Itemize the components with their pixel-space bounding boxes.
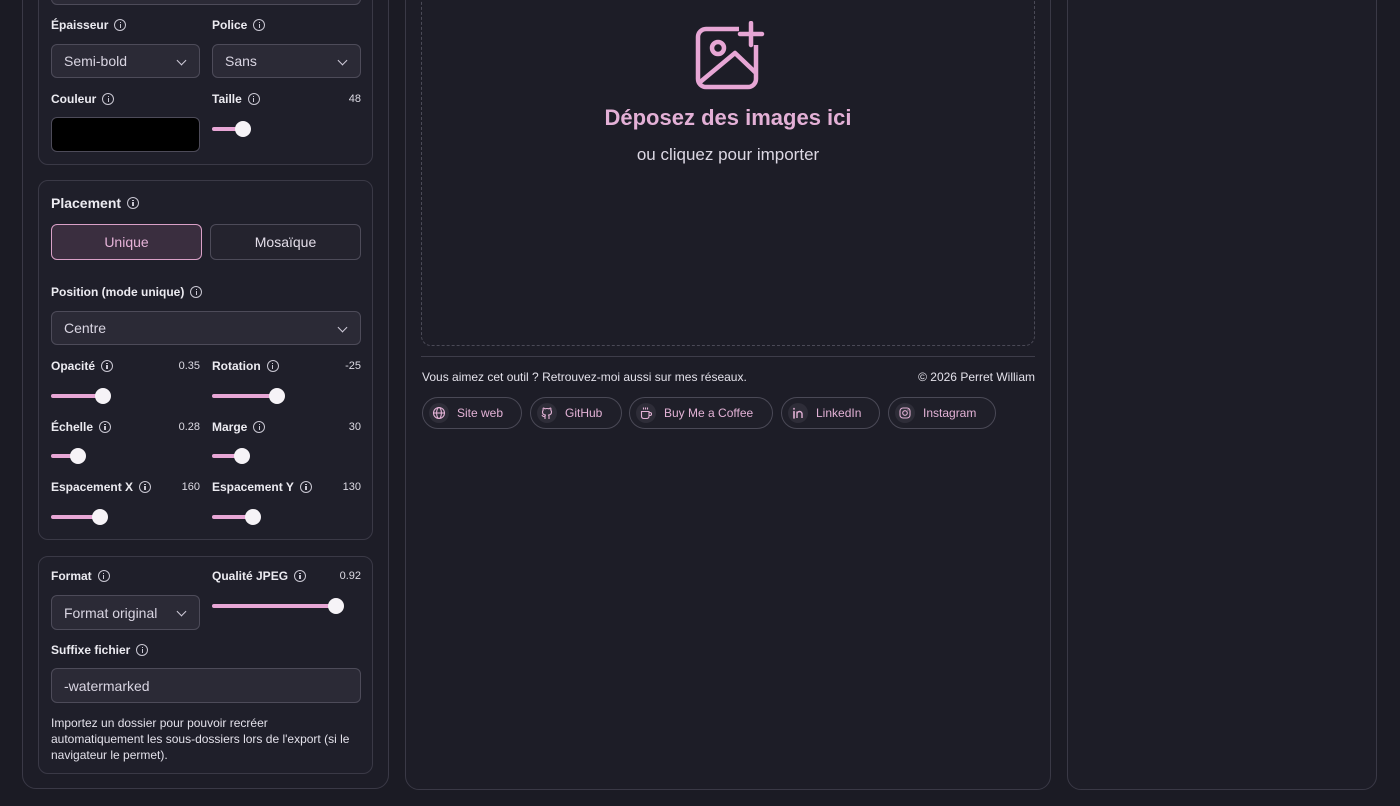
info-icon[interactable] (99, 421, 112, 433)
footer-copyright: © 2026 Perret William (918, 370, 1035, 384)
image-plus-icon (695, 21, 765, 90)
link-linkedin[interactable]: LinkedIn (781, 397, 880, 429)
quality-slider[interactable] (212, 598, 354, 614)
margin-label: Marge (212, 420, 266, 434)
margin-value: 30 (348, 421, 361, 433)
link-instagram[interactable]: Instagram (888, 397, 996, 429)
mode-mosaic-button[interactable]: Mosaïque (210, 224, 361, 260)
position-label: Position (mode unique) (51, 285, 203, 299)
position-select[interactable]: Centre (51, 311, 361, 345)
info-icon[interactable] (127, 197, 140, 209)
color-label: Couleur (51, 92, 115, 106)
text-input-top[interactable] (51, 0, 361, 5)
info-icon[interactable] (253, 421, 266, 433)
margin-slider[interactable] (212, 448, 355, 464)
opacity-value: 0.35 (178, 360, 200, 372)
font-select[interactable]: Sans (212, 44, 361, 78)
info-icon[interactable] (136, 644, 149, 656)
size-slider[interactable] (212, 121, 300, 137)
info-icon[interactable] (102, 93, 115, 105)
linkedin-icon (788, 403, 808, 423)
coffee-icon (636, 403, 656, 423)
instagram-icon (895, 403, 915, 423)
weight-label: Épaisseur (51, 18, 127, 32)
spacing-x-value: 160 (181, 481, 200, 493)
size-label: Taille (212, 92, 260, 106)
chevron-down-icon (337, 322, 348, 333)
chevron-down-icon (337, 55, 348, 66)
rotation-label: Rotation (212, 359, 279, 373)
placement-title: Placement (51, 195, 140, 211)
chevron-down-icon (176, 55, 187, 66)
rotation-slider[interactable] (212, 388, 355, 404)
info-icon[interactable] (247, 93, 260, 105)
suffix-input[interactable] (51, 668, 361, 703)
import-note: Importez un dossier pour pouvoir recréer… (51, 716, 350, 762)
github-icon (537, 403, 557, 423)
mode-unique-button[interactable]: Unique (51, 224, 202, 260)
format-label: Format (51, 569, 110, 583)
link-github[interactable]: GitHub (530, 397, 622, 429)
quality-label: Qualité JPEG (212, 569, 307, 583)
rotation-value: -25 (345, 360, 361, 372)
spacing-y-slider[interactable] (212, 509, 355, 525)
spacing-y-label: Espacement Y (212, 480, 312, 494)
spacing-x-label: Espacement X (51, 480, 152, 494)
format-select[interactable]: Format original (51, 595, 200, 630)
suffix-label: Suffixe fichier (51, 643, 149, 657)
info-icon[interactable] (114, 19, 127, 31)
dropzone-subtitle: ou cliquez pour importer (636, 145, 820, 164)
info-icon[interactable] (97, 570, 110, 582)
quality-value: 0.92 (339, 570, 361, 582)
info-icon[interactable] (190, 286, 203, 298)
scale-label: Échelle (51, 420, 112, 434)
info-icon[interactable] (101, 360, 114, 372)
preview-panel (1067, 0, 1377, 790)
spacing-y-value: 130 (342, 481, 361, 493)
scale-value: 0.28 (178, 421, 200, 433)
footer-divider (421, 356, 1035, 357)
dropzone-title: Déposez des images ici (604, 105, 852, 130)
footer-tagline: Vous aimez cet outil ? Retrouvez-moi aus… (422, 370, 747, 384)
opacity-label: Opacité (51, 359, 114, 373)
chevron-down-icon (176, 606, 187, 617)
globe-icon (429, 403, 449, 423)
color-picker[interactable] (51, 117, 200, 152)
spacing-x-slider[interactable] (51, 509, 194, 525)
font-label: Police (212, 18, 266, 32)
info-icon[interactable] (253, 19, 266, 31)
weight-select[interactable]: Semi-bold (51, 44, 200, 78)
info-icon[interactable] (266, 360, 279, 372)
size-value: 48 (348, 93, 361, 105)
opacity-slider[interactable] (51, 388, 194, 404)
scale-slider[interactable] (51, 448, 194, 464)
link-site-web[interactable]: Site web (422, 397, 522, 429)
link-buy-me-a-coffee[interactable]: Buy Me a Coffee (629, 397, 773, 429)
